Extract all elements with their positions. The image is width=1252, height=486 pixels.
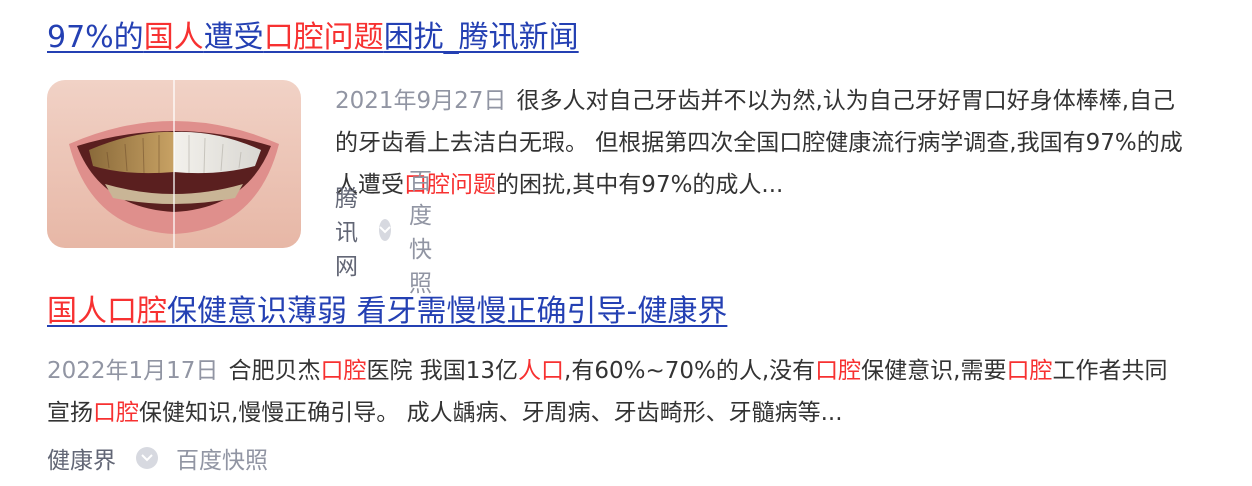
result-abstract-1: 2021年9月27日 很多人对自己牙齿并不以为然,认为自己牙好胃口好身体棒棒,自己… xyxy=(335,80,1195,206)
chevron-down-icon[interactable] xyxy=(136,447,158,469)
snapshot-link[interactable]: 百度快照 xyxy=(176,441,268,475)
result-date: 2021年9月27日 xyxy=(335,88,507,114)
result-abstract-2: 2022年1月17日 合肥贝杰口腔医院 我国13亿人口,有60%~70%的人,没有… xyxy=(47,350,1187,434)
title-segment[interactable]: 遭受 xyxy=(204,20,264,55)
title-highlight[interactable]: 国人 xyxy=(144,20,204,55)
source-name[interactable]: 腾讯网 xyxy=(335,179,359,281)
result-title-2[interactable]: 国人口腔保健意识薄弱 看牙需慢慢正确引导-健康界 xyxy=(47,292,1227,332)
title-segment[interactable]: 97%的 xyxy=(47,20,144,55)
abstract-segment: 医院 我国13亿 xyxy=(366,358,519,384)
abstract-highlight: 口腔 xyxy=(320,358,367,384)
search-result-2: 国人口腔保健意识薄弱 看牙需慢慢正确引导-健康界 2022年1月17日 合肥贝杰口… xyxy=(47,292,1227,476)
abstract-segment: 的困扰,其中有97%的成人... xyxy=(496,172,784,198)
abstract-segment: 合肥贝杰 xyxy=(228,358,321,384)
abstract-highlight: 人口 xyxy=(518,358,565,384)
abstract-segment: 保健意识,需要 xyxy=(861,358,1007,384)
abstract-highlight: 口腔 xyxy=(93,400,139,426)
abstract-segment: ,有60%~70%的人,没有 xyxy=(564,358,816,384)
search-result-1: 97%的国人遭受口腔问题困扰_腾讯新闻 2021年9月27日 很多人对自己牙齿并… xyxy=(47,18,1227,297)
chevron-down-icon[interactable] xyxy=(379,219,391,241)
teeth-smile-image xyxy=(47,80,301,248)
abstract-highlight: 口腔 xyxy=(815,358,862,384)
result-source-row-1: 腾讯网 百度快照 xyxy=(335,169,441,297)
title-highlight[interactable]: 国人口腔 xyxy=(47,294,167,329)
abstract-segment: 保健知识,慢慢正确引导。 成人龋病、牙周病、牙齿畸形、牙髓病等... xyxy=(139,400,843,426)
title-highlight[interactable]: 口腔问题 xyxy=(264,20,384,55)
result-date: 2022年1月17日 xyxy=(47,358,219,384)
result-thumbnail[interactable] xyxy=(47,80,301,248)
result-title-1[interactable]: 97%的国人遭受口腔问题困扰_腾讯新闻 xyxy=(47,18,1227,58)
title-segment[interactable]: 困扰_腾讯新闻 xyxy=(384,20,579,55)
source-name[interactable]: 健康界 xyxy=(47,441,116,475)
result-source-row-2: 健康界 百度快照 xyxy=(47,440,1227,476)
snapshot-link[interactable]: 百度快照 xyxy=(409,162,441,298)
title-segment[interactable]: 保健意识薄弱 看牙需慢慢正确引导-健康界 xyxy=(167,294,727,329)
abstract-highlight: 口腔 xyxy=(1006,358,1053,384)
